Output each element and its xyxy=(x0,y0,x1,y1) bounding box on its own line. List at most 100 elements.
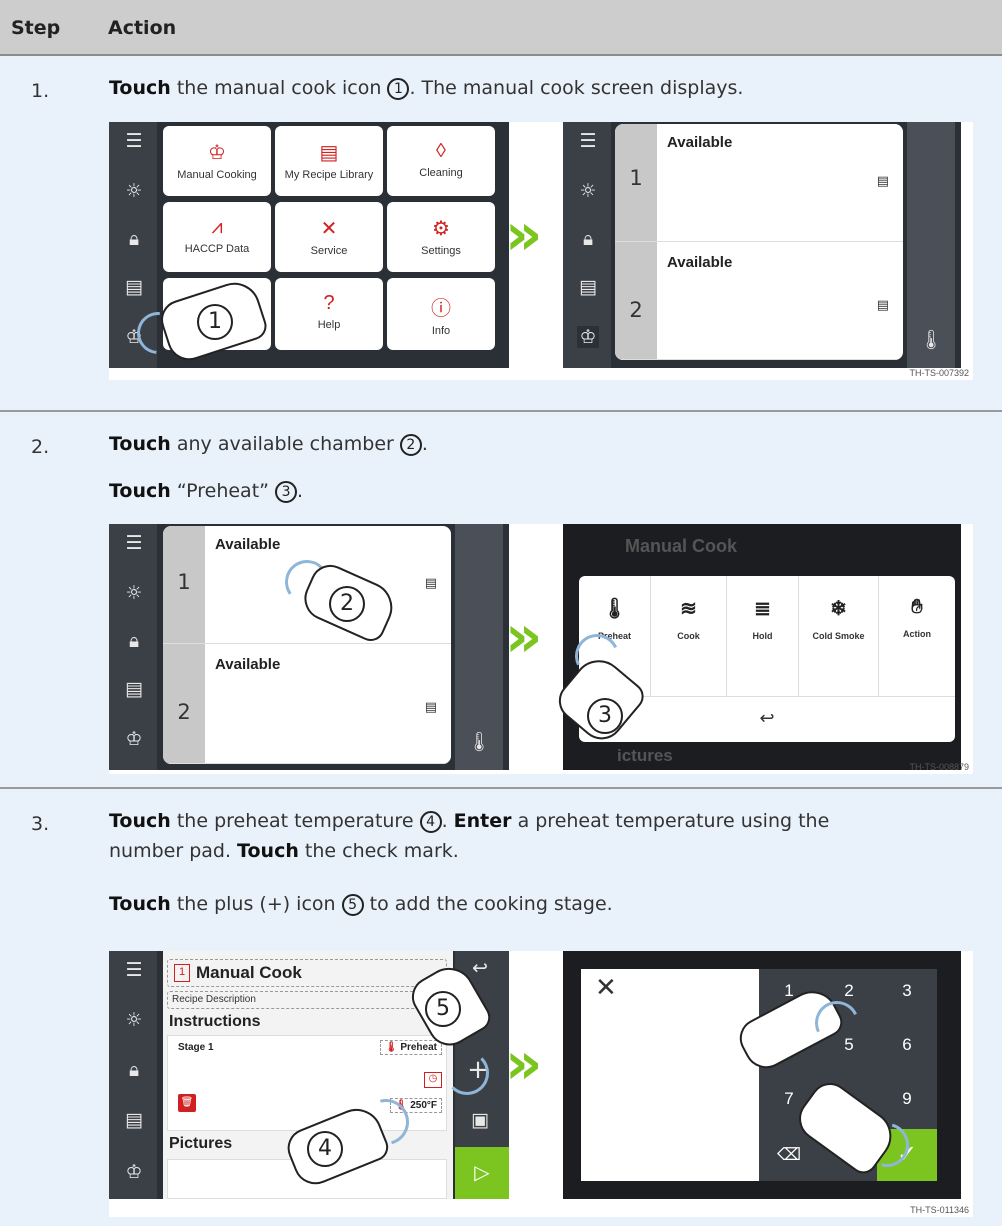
document-icon[interactable]: ▤ xyxy=(425,700,437,715)
option-label: Cold Smoke xyxy=(812,631,865,641)
chamber-screen: ☰ ☼ 🔒︎ ▤ ♔ 1 Available ▤ 2 Available ▤ 🌡… xyxy=(109,524,509,770)
tile-cleaning[interactable]: ◊ Cleaning xyxy=(387,126,495,196)
option-cook[interactable]: ≋ Cook xyxy=(651,576,727,696)
tile-info[interactable]: ⓘ Info xyxy=(387,278,495,350)
document-icon[interactable]: ▤ xyxy=(877,174,889,189)
step-instruction: Touch any available chamber 2. xyxy=(109,429,989,459)
thermometer-icon[interactable]: 🌡︎ xyxy=(467,730,491,753)
tile-haccp[interactable]: ⩘ HACCP Data xyxy=(163,202,271,272)
callout-number: 5 xyxy=(341,894,364,916)
chamber-1[interactable]: 1 Available ▤ xyxy=(615,124,903,242)
chamber-number: 1 xyxy=(163,526,205,643)
option-cold-smoke[interactable]: ❄ Cold Smoke xyxy=(799,576,879,696)
document-icon[interactable]: ▤ xyxy=(877,298,889,313)
recipe-book-icon[interactable]: ▤ xyxy=(123,678,145,700)
info-icon: ⓘ xyxy=(431,298,451,320)
figure-2: ☰ ☼ 🔒︎ ▤ ♔ 1 Available ▤ 2 Available ▤ 🌡… xyxy=(109,524,973,774)
option-hold[interactable]: ≣ Hold xyxy=(727,576,799,696)
tile-manual-cooking[interactable]: ♔ Manual Cooking xyxy=(163,126,271,196)
key-3[interactable]: 3 xyxy=(877,981,937,1001)
tile-recipe-library[interactable]: ▤ My Recipe Library xyxy=(275,126,383,196)
callout-5: 5 xyxy=(425,991,461,1027)
document-icon[interactable]: ▤ xyxy=(425,576,437,591)
menu-icon[interactable]: ☰ xyxy=(123,532,145,554)
recipe-book-icon[interactable]: ▤ xyxy=(123,1109,145,1131)
instruction-text: . xyxy=(441,810,448,832)
callout-1: 1 xyxy=(197,304,233,340)
step-row-1: 1. Touch the manual cook icon 1. The man… xyxy=(0,56,1002,412)
thermometer-icon[interactable]: 🌡︎ xyxy=(919,328,943,351)
option-label: Cook xyxy=(677,631,700,641)
recipe-book-icon[interactable]: ▤ xyxy=(123,276,145,298)
lock-icon[interactable]: 🔒︎ xyxy=(123,1059,145,1081)
step-column-header: Step xyxy=(11,17,61,39)
save-icon[interactable]: ▣ xyxy=(469,1109,491,1131)
recipe-description-field[interactable]: Recipe Description xyxy=(167,991,447,1009)
instruction-text: number pad. xyxy=(109,840,231,862)
chef-hat-icon[interactable]: ♔ xyxy=(577,326,599,348)
timer-icon[interactable]: ◷ xyxy=(424,1072,442,1088)
trash-icon[interactable]: 🗑︎ xyxy=(178,1094,196,1112)
preheat-tag[interactable]: 🌡︎ Preheat xyxy=(379,1040,442,1055)
chamber-2[interactable]: 2 Available ▤ xyxy=(163,644,451,764)
tools-icon: ✕ xyxy=(320,218,338,240)
chamber-2[interactable]: 2 Available ▤ xyxy=(615,242,903,360)
touch-verb: Touch xyxy=(109,433,171,455)
tile-label: My Recipe Library xyxy=(284,169,374,181)
hand-icon: ✋︎ xyxy=(911,596,923,618)
chamber-number: 2 xyxy=(163,644,205,763)
tile-help[interactable]: ? Help xyxy=(275,278,383,350)
callout-number: 2 xyxy=(399,434,422,456)
lock-icon[interactable]: 🔒︎ xyxy=(123,630,145,652)
tile-label: Settings xyxy=(421,245,461,257)
brightness-icon[interactable]: ☼ xyxy=(123,180,145,202)
tile-settings[interactable]: ⚙ Settings xyxy=(387,202,495,272)
step-row-3: 3. Touch the preheat temperature 4. Ente… xyxy=(0,789,1002,1226)
tile-service[interactable]: ✕ Service xyxy=(275,202,383,272)
bg-title: Manual Cook xyxy=(625,536,738,556)
droplet-icon: ◊ xyxy=(436,140,446,162)
brightness-icon[interactable]: ☼ xyxy=(123,1009,145,1031)
touch-verb: Touch xyxy=(109,893,171,915)
brightness-icon[interactable]: ☼ xyxy=(577,180,599,202)
callout-4: 4 xyxy=(307,1131,343,1167)
brightness-icon[interactable]: ☼ xyxy=(123,582,145,604)
instruction-text: the check mark. xyxy=(304,840,459,862)
start-button[interactable]: ▷ xyxy=(455,1147,509,1199)
option-label: Hold xyxy=(752,631,773,641)
key-9[interactable]: 9 xyxy=(877,1089,937,1109)
instruction-text: to add the cooking stage. xyxy=(369,893,613,915)
close-icon[interactable]: ✕ xyxy=(595,973,617,1003)
thermometer-icon: 🌡︎ xyxy=(384,1042,398,1053)
option-action[interactable]: ✋︎ Action xyxy=(879,576,955,696)
right-bar: 🌡︎ xyxy=(907,122,955,368)
backspace-icon[interactable]: ⌫ xyxy=(759,1145,819,1165)
temperature-display: ✕ xyxy=(581,969,759,1181)
sidebar: ☰ ☼ 🔒︎ ▤ ♔ xyxy=(109,951,157,1199)
back-icon[interactable]: ↩ xyxy=(469,957,491,979)
chamber-screen: ☰ ☼ 🔒︎ ▤ ♔ 1 Available ▤ 2 Available ▤ 🌡… xyxy=(563,122,961,368)
menu-icon[interactable]: ☰ xyxy=(123,959,145,981)
key-6[interactable]: 6 xyxy=(877,1035,937,1055)
touch-ripple xyxy=(445,1051,489,1095)
gear-icon: ⚙ xyxy=(432,218,450,240)
thermometer-icon: 🌡︎ xyxy=(601,598,628,620)
recipe-title-field[interactable]: 1 Manual Cook xyxy=(167,959,447,987)
chamber-number: 1 xyxy=(615,124,657,241)
step-number: 1. xyxy=(31,80,50,102)
touch-verb: Touch xyxy=(237,840,299,862)
lock-icon[interactable]: 🔒︎ xyxy=(123,228,145,250)
chef-hat-icon[interactable]: ♔ xyxy=(123,728,145,750)
lock-icon[interactable]: 🔒︎ xyxy=(577,228,599,250)
menu-icon[interactable]: ☰ xyxy=(123,130,145,152)
touch-verb: Touch xyxy=(109,810,171,832)
menu-icon[interactable]: ☰ xyxy=(577,130,599,152)
instruction-text: any available chamber xyxy=(176,433,394,455)
temperature-value: 250°F xyxy=(410,1100,437,1111)
step-number: 3. xyxy=(31,813,50,835)
stage-label: Stage 1 xyxy=(178,1042,214,1053)
touch-verb: Touch xyxy=(109,480,171,502)
recipe-book-icon[interactable]: ▤ xyxy=(577,276,599,298)
chef-hat-icon[interactable]: ♔ xyxy=(123,1161,145,1183)
cook-options-screen: Manual Cook 🌡︎ Preheat ≋ Cook ≣ Hold ❄ Cold … xyxy=(550,524,961,770)
